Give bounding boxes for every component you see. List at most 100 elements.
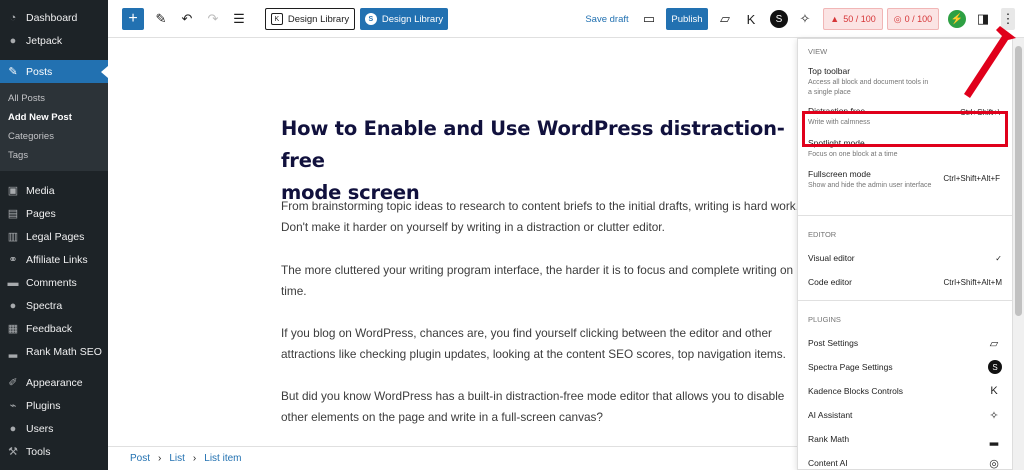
sidebar-item-feedback[interactable]: ▦ Feedback — [0, 317, 108, 340]
menu-item-shortcut: Ctrl+Shift+Alt+M — [943, 277, 1002, 287]
paragraph-line: If you blog on WordPress, chances are, y… — [281, 326, 772, 340]
tools-button[interactable]: ✎ — [152, 8, 170, 30]
paragraph-line: attractions like checking plugin updates… — [281, 347, 786, 361]
menu-item-post-settings[interactable]: Post Settings ▱ — [798, 331, 1012, 355]
content-ai-icon: ◎ — [989, 457, 999, 470]
menu-item-content-ai[interactable]: Content AI ◎ — [798, 451, 1012, 470]
add-block-button[interactable]: + — [122, 8, 144, 30]
submenu-categories[interactable]: Categories — [0, 127, 108, 146]
paragraph-block[interactable]: From brainstorming topic ideas to resear… — [281, 196, 798, 238]
paragraph-line: Don't make it harder on yourself by writ… — [281, 220, 665, 234]
sidebar-item-jetpack[interactable]: ● Jetpack — [0, 29, 108, 52]
sidebar-item-spectra[interactable]: ● Spectra — [0, 294, 108, 317]
sidebar-item-comments[interactable]: ▬ Comments — [0, 271, 108, 294]
paragraph-block[interactable]: But did you know WordPress has a built-i… — [281, 386, 798, 428]
trend-icon: ▲ — [830, 14, 840, 24]
sidebar-item-tools[interactable]: ⚒ Tools — [0, 440, 108, 463]
sidebar-item-plugins[interactable]: ⌁ Plugins — [0, 394, 108, 417]
paragraph-line: time. — [281, 284, 307, 298]
paragraph-block[interactable]: If you blog on WordPress, chances are, y… — [281, 323, 798, 365]
rankmath-icon: ▂ — [989, 433, 999, 446]
design-library-label: Design Library — [381, 13, 444, 25]
menu-item-code-editor[interactable]: Code editor Ctrl+Shift+Alt+M — [798, 270, 1012, 294]
design-library-button[interactable]: S Design Library — [360, 8, 448, 30]
sidebar-item-rank-math[interactable]: ▂ Rank Math SEO — [0, 340, 108, 363]
undo-button[interactable]: ↶ — [178, 8, 196, 30]
menu-item-kadence-blocks-controls[interactable]: Kadence Blocks Controls K — [798, 379, 1012, 403]
plug-icon: ⌁ — [9, 400, 17, 412]
spectra-button[interactable]: S — [770, 10, 788, 28]
posts-submenu: All Posts Add New Post Categories Tags — [0, 83, 108, 171]
sidebar-item-posts[interactable]: ✎ Posts — [0, 60, 108, 83]
menu-item-label: Visual editor — [808, 253, 855, 263]
menu-divider — [798, 300, 1012, 301]
sidebar-item-label: Plugins — [26, 399, 61, 412]
undo-icon: ↶ — [181, 11, 193, 26]
ai-assistant-button[interactable]: ✧ — [796, 8, 814, 30]
document-overview-button[interactable]: ☰ — [230, 8, 248, 30]
target-icon: ◎ — [893, 13, 902, 24]
design-library-button-outline[interactable]: K Design Library — [265, 8, 355, 30]
users-icon: ● — [9, 422, 17, 435]
menu-item-spectra-page-settings[interactable]: Spectra Page Settings S — [798, 355, 1012, 379]
sidebar-item-label: Rank Math SEO — [26, 345, 102, 358]
editor-toolbar: + ✎ ↶ ↷ ☰ K Design Library S Design Librar… — [108, 0, 1024, 38]
laptop-icon: ▭ — [642, 11, 656, 26]
menu-item-description: Show and hide the admin user interface — [808, 182, 932, 189]
kadence-icon: K — [990, 385, 998, 397]
kadence-button[interactable]: K — [742, 8, 760, 30]
readability-score-badge[interactable]: ◎ 0 / 100 — [887, 8, 939, 30]
feedback-icon: ▦ — [7, 323, 19, 335]
menu-item-visual-editor[interactable]: Visual editor ✓ — [798, 246, 1012, 270]
legal-icon: ▥ — [7, 231, 19, 243]
seo-score-badge[interactable]: ▲ 50 / 100 — [823, 8, 883, 30]
menu-item-label: Code editor — [808, 277, 852, 287]
sidebar-item-label: Tools — [26, 445, 51, 458]
menu-item-rank-math[interactable]: Rank Math ▂ — [798, 427, 1012, 451]
publish-button[interactable]: Publish — [666, 8, 708, 30]
sidebar-item-users[interactable]: ● Users — [0, 417, 108, 440]
post-settings-icon: ▱ — [989, 337, 999, 350]
post-settings-button[interactable]: ▱ — [716, 8, 734, 30]
post-title[interactable]: How to Enable and Use WordPress distract… — [281, 113, 798, 209]
paragraph-line: But did you know WordPress has a built-i… — [281, 389, 785, 403]
post-settings-icon: ▱ — [720, 11, 730, 26]
sidebar-item-pages[interactable]: ▤ Pages — [0, 202, 108, 225]
redo-button[interactable]: ↷ — [204, 8, 222, 30]
menu-item-fullscreen-mode[interactable]: Fullscreen mode Show and hide the admin … — [798, 167, 1012, 209]
breadcrumb-list[interactable]: List — [169, 453, 185, 464]
sidebar-item-legal-pages[interactable]: ▥ Legal Pages — [0, 225, 108, 248]
comment-icon: ▬ — [7, 276, 19, 289]
menu-item-label: Spectra Page Settings — [808, 362, 893, 372]
link-icon: ⚭ — [8, 254, 18, 266]
menu-item-label: Post Settings — [808, 338, 859, 348]
editor-canvas[interactable]: How to Enable and Use WordPress distract… — [108, 39, 798, 446]
submenu-tags[interactable]: Tags — [0, 146, 108, 165]
pages-icon: ▤ — [7, 208, 19, 220]
menu-item-shortcut: Ctrl+Shift+Alt+F — [943, 174, 1000, 183]
menu-divider — [798, 215, 1012, 216]
sidebar-item-dashboard[interactable]: ◔ Dashboard — [0, 6, 108, 29]
breadcrumb-list-item[interactable]: List item — [204, 453, 241, 464]
sidebar-item-label: Comments — [26, 276, 77, 289]
submenu-all-posts[interactable]: All Posts — [0, 89, 108, 108]
sidebar-item-label: Spectra — [26, 299, 63, 312]
paragraph-line: other elements on the page and write in … — [281, 410, 603, 424]
menu-item-label: Rank Math — [808, 434, 850, 444]
sparkle-icon: ✧ — [799, 11, 811, 26]
highlight-box — [802, 111, 1008, 147]
submenu-add-new-post[interactable]: Add New Post — [0, 108, 108, 127]
preview-button[interactable]: ▭ — [640, 8, 658, 30]
sidebar-item-appearance[interactable]: ✐ Appearance — [0, 371, 108, 394]
sidebar-item-affiliate-links[interactable]: ⚭ Affiliate Links — [0, 248, 108, 271]
spectra-icon: ● — [9, 299, 17, 312]
breadcrumb-post[interactable]: Post — [130, 453, 150, 464]
block-breadcrumb: Post › List › List item — [108, 446, 798, 470]
paragraph-block[interactable]: The more cluttered your writing program … — [281, 260, 798, 302]
sidebar-item-media[interactable]: ▣ Media — [0, 179, 108, 202]
pin-icon: ✎ — [8, 66, 18, 78]
spectra-icon: S — [988, 360, 1002, 374]
menu-item-ai-assistant[interactable]: AI Assistant ✧ — [798, 403, 1012, 427]
sparkle-icon: ✧ — [989, 409, 999, 422]
save-draft-button[interactable]: Save draft — [583, 8, 631, 30]
